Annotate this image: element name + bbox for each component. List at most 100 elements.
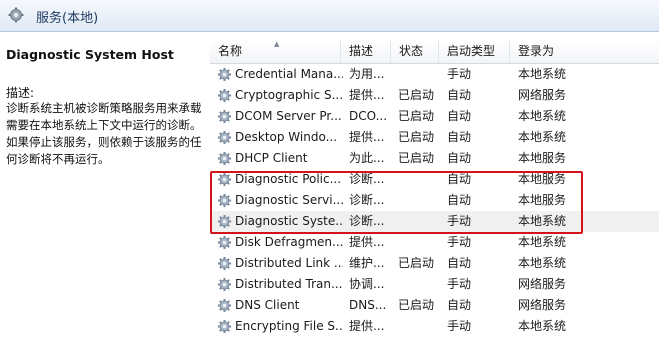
service-row[interactable]: Cryptographic S... 提供... 已启动 自动 网络服务 [210,85,659,106]
service-status-cell: 已启动 [398,88,435,102]
service-description-cell: 诊断... [349,193,385,207]
column-header-description[interactable]: 描述 [341,40,391,63]
service-gear-icon [217,130,232,145]
column-header-logon-as[interactable]: 登录为 [510,40,659,63]
service-row[interactable]: Diagnostic Polic... 诊断... 自动 本地服务 [210,169,659,190]
service-logon-cell: 本地系统 [518,256,567,270]
service-row[interactable]: DNS Client DNS... 已启动 自动 网络服务 [210,295,659,316]
service-startup-type-cell: 手动 [447,235,472,249]
service-logon-cell: 本地服务 [518,151,567,165]
service-name-cell: Encrypting File S... [235,319,343,333]
service-description-cell: DCO... [349,109,388,123]
service-status-cell [398,169,444,190]
column-header-name[interactable]: 名称 ▲ [210,40,341,63]
service-status-cell [398,211,444,232]
service-row[interactable]: Disk Defragmen... 提供... 手动 本地系统 [210,232,659,253]
service-gear-icon [217,172,232,187]
service-logon-cell: 本地系统 [518,214,567,228]
service-row[interactable]: Distributed Tran... 协调... 手动 网络服务 [210,274,659,295]
service-status-cell [398,64,444,85]
service-name-cell: Distributed Link ... [235,256,343,270]
service-description-cell: 提供... [349,88,385,102]
service-row[interactable]: Diagnostic Syste... 诊断... 手动 本地系统 [210,211,659,232]
service-name-cell: Disk Defragmen... [235,235,343,249]
column-header-name-label: 名称 [218,44,243,58]
service-row[interactable]: Desktop Windo... 提供... 已启动 自动 本地系统 [210,127,659,148]
service-logon-cell: 本地系统 [518,109,567,123]
service-name-cell: DCOM Server Pr... [235,109,342,123]
service-startup-type-cell: 自动 [447,256,472,270]
service-description-cell: 诊断... [349,214,385,228]
service-description-cell: 提供... [349,130,385,144]
service-description-cell: 为用... [349,67,385,81]
service-startup-type-cell: 自动 [447,172,472,186]
service-logon-cell: 本地系统 [518,130,567,144]
service-status-cell: 已启动 [398,256,435,270]
service-name-cell: Diagnostic Syste... [235,214,343,228]
service-logon-cell: 网络服务 [518,277,567,291]
service-logon-cell: 本地系统 [518,67,567,81]
service-status-cell [398,190,444,211]
service-status-cell [398,316,444,337]
service-gear-icon [217,277,232,292]
service-gear-icon [217,193,232,208]
service-logon-cell: 本地系统 [518,235,567,249]
service-name-cell: Diagnostic Polic... [235,172,342,186]
service-name-cell: DHCP Client [235,151,308,165]
service-description-cell: DNS... [349,298,387,312]
service-description-cell: 维护... [349,256,385,270]
service-gear-icon [217,151,232,166]
service-gear-icon [217,235,232,250]
window-titlebar: 服务(本地) [0,0,659,32]
service-description-cell: 为此... [349,151,385,165]
service-logon-cell: 网络服务 [518,298,567,312]
service-row[interactable]: DCOM Server Pr... DCO... 已启动 自动 本地系统 [210,106,659,127]
service-detail-pane: Diagnostic System Host 描述: 诊断系统主机被诊断策略服务… [0,32,205,342]
service-name-cell: Credential Mana... [235,67,343,81]
service-status-cell: 已启动 [398,130,435,144]
service-gear-icon [217,214,232,229]
service-row[interactable]: Encrypting File S... 提供... 手动 本地系统 [210,316,659,337]
service-row[interactable]: DHCP Client 为此... 已启动 自动 本地服务 [210,148,659,169]
description-text: 诊断系统主机被诊断策略服务用来承载需要在本地系统上下文中运行的诊断。如果停止该服… [6,101,202,166]
service-name-cell: Diagnostic Servi... [235,193,343,207]
service-name-cell: Cryptographic S... [235,88,343,102]
service-logon-cell: 本地系统 [518,319,567,333]
service-logon-cell: 本地服务 [518,193,567,207]
services-list: 名称 ▲ 描述 状态 启动类型 登录为 Credential Mana... 为用… [210,40,659,342]
service-status-cell: 已启动 [398,298,435,312]
service-gear-icon [217,88,232,103]
service-description-cell: 诊断... [349,172,385,186]
service-status-cell [398,232,444,253]
service-status-cell [398,274,444,295]
column-header-startup-type[interactable]: 启动类型 [439,40,510,63]
column-header-status[interactable]: 状态 [391,40,439,63]
description-label: 描述: [6,86,35,100]
selected-service-name: Diagnostic System Host [6,47,174,62]
service-description-cell: 协调... [349,277,385,291]
service-gear-icon [217,256,232,271]
service-startup-type-cell: 自动 [447,298,472,312]
service-row[interactable]: Distributed Link ... 维护... 已启动 自动 本地系统 [210,253,659,274]
service-startup-type-cell: 手动 [447,214,472,228]
window-title: 服务(本地) [36,11,99,26]
service-gear-icon [217,109,232,124]
service-startup-type-cell: 自动 [447,151,472,165]
service-row[interactable]: Diagnostic Servi... 诊断... 自动 本地服务 [210,190,659,211]
service-gear-icon [217,298,232,313]
service-name-cell: Desktop Windo... [235,130,338,144]
service-description-cell: 提供... [349,235,385,249]
service-gear-icon [217,319,232,334]
sort-ascending-icon: ▲ [274,40,280,48]
service-status-cell: 已启动 [398,151,435,165]
service-logon-cell: 本地服务 [518,172,567,186]
service-gear-icon [217,67,232,82]
service-row[interactable]: Credential Mana... 为用... 手动 本地系统 [210,64,659,85]
service-startup-type-cell: 自动 [447,88,472,102]
service-startup-type-cell: 自动 [447,109,472,123]
services-gear-icon [8,7,24,23]
column-header-row: 名称 ▲ 描述 状态 启动类型 登录为 [210,40,659,64]
pane-splitter[interactable] [206,32,207,342]
service-startup-type-cell: 自动 [447,193,472,207]
service-startup-type-cell: 手动 [447,277,472,291]
